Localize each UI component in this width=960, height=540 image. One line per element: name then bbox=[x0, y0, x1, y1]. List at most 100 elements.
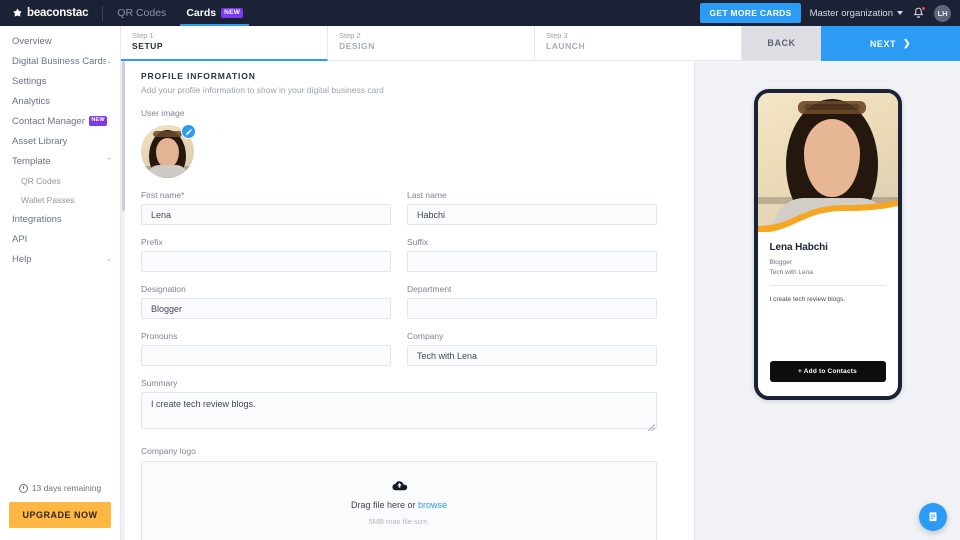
sidebar-item-contact-manager[interactable]: Contact Manager NEW bbox=[0, 111, 120, 131]
profile-information-section: PROFILE INFORMATION Add your profile inf… bbox=[141, 71, 657, 95]
summary-wrapper bbox=[141, 392, 657, 434]
card-divider bbox=[769, 285, 886, 286]
tab-cards[interactable]: Cards NEW bbox=[176, 0, 253, 26]
profile-section-subtitle: Add your profile information to show in … bbox=[141, 85, 384, 95]
sidebar-item-digital-business-cards[interactable]: Digital Business Cards ⌄ bbox=[0, 51, 120, 71]
prefix-input[interactable] bbox=[141, 251, 391, 272]
sidebar-item-overview[interactable]: Overview bbox=[0, 31, 120, 51]
clock-icon bbox=[18, 483, 28, 493]
sidebar-item-template-qr-codes[interactable]: QR Codes bbox=[0, 171, 120, 190]
top-nav: QR Codes Cards NEW bbox=[107, 0, 253, 26]
top-bar: beaconstac QR Codes Cards NEW GET MORE C… bbox=[0, 0, 960, 26]
designation-input[interactable] bbox=[141, 298, 391, 319]
pronouns-input[interactable] bbox=[141, 345, 391, 366]
first-name-input[interactable] bbox=[141, 204, 391, 225]
company-logo-field: Company logo Drag file here or browse 5M… bbox=[141, 446, 657, 540]
edit-avatar-button[interactable] bbox=[181, 124, 196, 139]
chevron-right-icon: ❯ bbox=[903, 38, 912, 48]
notification-dot bbox=[921, 6, 926, 11]
last-name-label: Last name bbox=[407, 190, 447, 200]
sidebar-item-label: Template bbox=[12, 155, 51, 167]
company-logo-label: Company logo bbox=[141, 446, 196, 456]
sidebar-item-integrations[interactable]: Integrations bbox=[0, 209, 120, 229]
step-3-launch[interactable]: Step 3 LAUNCH bbox=[535, 26, 742, 61]
first-name-field: First name* bbox=[141, 190, 391, 225]
form-scrollbar-thumb[interactable] bbox=[121, 61, 125, 211]
step-title: SETUP bbox=[132, 41, 164, 52]
card-wave-divider bbox=[757, 200, 898, 232]
top-bar-right: GET MORE CARDS Master organization LH bbox=[700, 3, 960, 23]
dropzone-max-size: 5MB max file size. bbox=[368, 516, 430, 526]
designation-label: Designation bbox=[141, 284, 186, 294]
avatar-body bbox=[147, 165, 188, 178]
step-number: Step 1 bbox=[132, 31, 154, 40]
tab-cards-label: Cards bbox=[186, 7, 217, 19]
sidebar-item-label: API bbox=[12, 233, 28, 245]
summary-textarea[interactable] bbox=[141, 392, 657, 429]
pencil-icon bbox=[185, 128, 192, 135]
sidebar-item-api[interactable]: API bbox=[0, 229, 120, 249]
cloud-upload-icon bbox=[391, 479, 408, 493]
dropzone-text: Drag file here or browse bbox=[351, 500, 447, 510]
main-column: Step 1 SETUP Step 2 DESIGN Step 3 LAUNCH… bbox=[121, 26, 960, 540]
last-name-input[interactable] bbox=[407, 204, 657, 225]
company-label: Company bbox=[407, 331, 444, 341]
browse-link[interactable]: browse bbox=[418, 500, 447, 510]
user-avatar[interactable]: LH bbox=[934, 4, 951, 22]
last-name-field: Last name bbox=[407, 190, 657, 225]
sidebar-menu: Overview Digital Business Cards ⌄ Settin… bbox=[0, 26, 120, 483]
step-1-setup[interactable]: Step 1 SETUP bbox=[121, 26, 328, 61]
prefix-suffix-row: Prefix Suffix bbox=[141, 237, 657, 272]
department-input[interactable] bbox=[407, 298, 657, 319]
chevron-down-icon: ⌄ bbox=[106, 255, 112, 263]
organization-label: Master organization bbox=[809, 7, 893, 19]
company-input[interactable] bbox=[407, 345, 657, 366]
content-area: PROFILE INFORMATION Add your profile inf… bbox=[121, 61, 960, 540]
get-more-cards-button[interactable]: GET MORE CARDS bbox=[700, 3, 801, 23]
form-scrollbar-track[interactable] bbox=[121, 61, 125, 540]
company-logo-dropzone[interactable]: Drag file here or browse 5MB max file si… bbox=[141, 461, 657, 540]
chevron-down-icon: ⌄ bbox=[106, 57, 112, 65]
sidebar-item-label: Settings bbox=[12, 75, 47, 87]
avatar-face bbox=[156, 138, 179, 168]
pronouns-company-row: Pronouns Company bbox=[141, 331, 657, 366]
sidebar-item-label: Contact Manager bbox=[12, 115, 85, 127]
next-button-label: NEXT bbox=[869, 38, 897, 49]
summary-field: Summary bbox=[141, 378, 657, 434]
brand-logo[interactable]: beaconstac bbox=[0, 7, 98, 19]
card-hero-photo bbox=[757, 93, 898, 232]
sidebar-item-label: Overview bbox=[12, 35, 52, 47]
sidebar-item-label: Analytics bbox=[12, 95, 51, 107]
pronouns-field: Pronouns bbox=[141, 331, 391, 366]
sidebar-item-label: Digital Business Cards bbox=[12, 55, 107, 67]
dropzone-drag-label: Drag file here or bbox=[350, 499, 416, 510]
designation-department-row: Designation Department bbox=[141, 284, 657, 319]
sidebar-item-label: Asset Library bbox=[12, 135, 68, 147]
card-summary: I create tech review blogs. bbox=[769, 296, 846, 303]
card-body: Lena Habchi Blogger Tech with Lena I cre… bbox=[758, 232, 898, 305]
chat-icon bbox=[929, 512, 937, 522]
step-2-design[interactable]: Step 2 DESIGN bbox=[328, 26, 535, 61]
user-image-avatar[interactable] bbox=[141, 124, 196, 178]
sidebar-item-asset-library[interactable]: Asset Library bbox=[0, 131, 120, 151]
company-field: Company bbox=[407, 331, 657, 366]
sidebar-item-analytics[interactable]: Analytics bbox=[0, 91, 120, 111]
next-button[interactable]: NEXT ❯ bbox=[821, 26, 960, 61]
sidebar-item-template[interactable]: Template ⌃ bbox=[0, 151, 120, 171]
notifications-button[interactable] bbox=[912, 6, 926, 20]
upgrade-now-button[interactable]: UPGRADE NOW bbox=[9, 502, 111, 528]
organization-selector[interactable]: Master organization bbox=[810, 8, 903, 19]
suffix-input[interactable] bbox=[407, 251, 657, 272]
user-image-field: User image bbox=[141, 108, 657, 178]
sidebar-item-template-wallet-passes[interactable]: Wallet Passes bbox=[0, 190, 120, 209]
photo-glasses bbox=[797, 101, 866, 114]
sidebar-item-help[interactable]: Help ⌄ bbox=[0, 249, 120, 269]
chat-widget-button[interactable] bbox=[919, 503, 947, 531]
add-to-contacts-button[interactable]: + Add to Contacts bbox=[769, 361, 886, 382]
tab-qr-codes[interactable]: QR Codes bbox=[107, 0, 176, 26]
chevron-down-icon bbox=[897, 11, 903, 15]
chevron-up-icon: ⌃ bbox=[106, 157, 112, 165]
tab-cards-new-badge: NEW bbox=[221, 7, 244, 19]
back-button[interactable]: BACK bbox=[742, 26, 821, 61]
sidebar-item-settings[interactable]: Settings bbox=[0, 71, 120, 91]
